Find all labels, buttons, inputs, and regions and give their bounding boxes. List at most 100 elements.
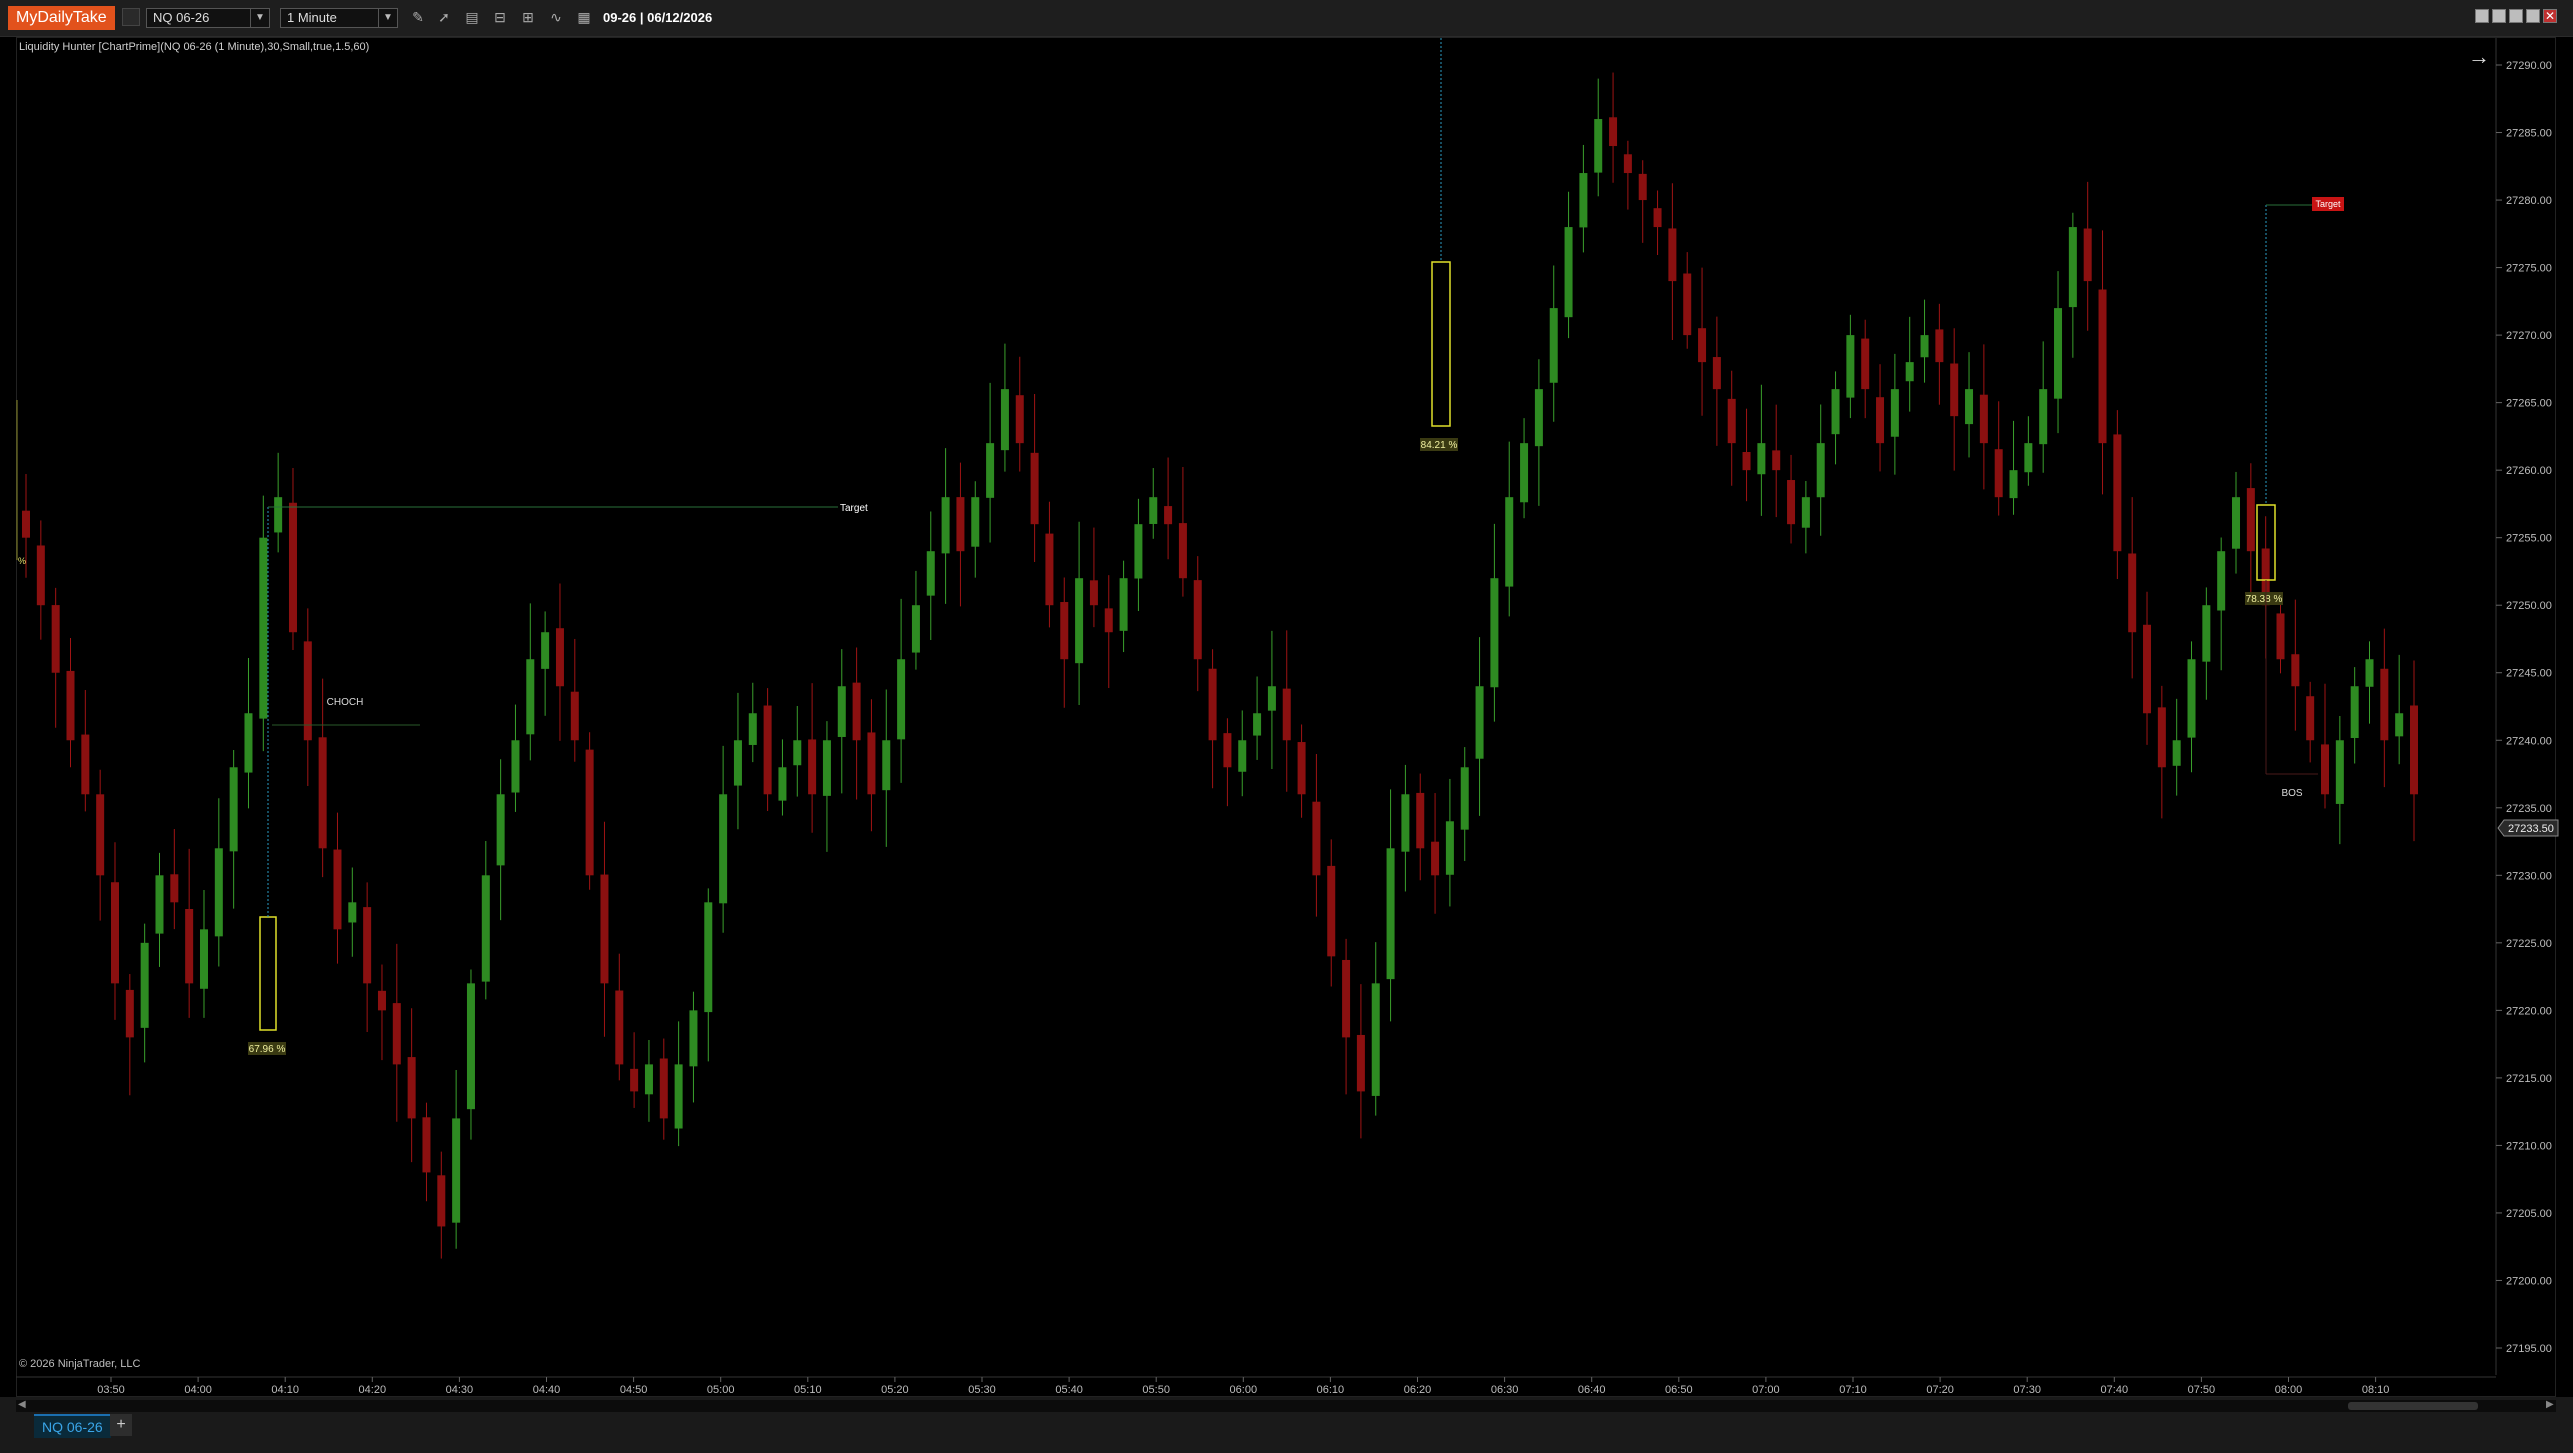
candle-body: [941, 497, 950, 554]
candle-body: [140, 942, 149, 1028]
candle-body: [600, 874, 609, 984]
horizontal-scrollbar[interactable]: [16, 1400, 2556, 1412]
time-tick-label: 07:10: [1839, 1384, 1867, 1396]
candle-body: [704, 902, 713, 1013]
price-tick-label: 27215.00: [2506, 1073, 2552, 1085]
time-tick-label: 06:30: [1491, 1384, 1519, 1396]
candle-body: [644, 1064, 653, 1095]
price-tick-label: 27210.00: [2506, 1140, 2552, 1152]
candle-body: [733, 740, 742, 786]
candle-body: [2128, 553, 2137, 633]
price-tick-label: 27200.00: [2506, 1275, 2552, 1287]
candle-body: [2009, 470, 2018, 499]
candle-body: [1223, 733, 1232, 768]
candle-body: [348, 902, 357, 923]
target-1-label: Target: [840, 503, 868, 514]
candle-body: [1594, 119, 1603, 173]
candle-body: [199, 929, 208, 989]
price-tick-label: 27265.00: [2506, 398, 2552, 410]
arrow-right-icon[interactable]: →: [2468, 44, 2490, 70]
candle-body: [2217, 551, 2226, 611]
candle-body: [1905, 362, 1914, 382]
candle-body: [1935, 329, 1944, 363]
candle-body: [793, 740, 802, 766]
candle-body: [363, 907, 372, 984]
candle-body: [555, 628, 564, 687]
candle-body: [2054, 308, 2063, 399]
candle-body: [1238, 740, 1247, 772]
candle-body: [1060, 602, 1069, 660]
time-tick-label: 07:20: [1926, 1384, 1954, 1396]
candle-body: [1312, 801, 1321, 876]
candle-body: [748, 713, 757, 745]
time-tick-label: 05:50: [1142, 1384, 1170, 1396]
candle-body: [585, 749, 594, 876]
candle-body: [852, 682, 861, 741]
candle-body: [2276, 613, 2285, 660]
time-tick-label: 05:00: [707, 1384, 735, 1396]
scroll-right-icon[interactable]: ▶: [2546, 1399, 2554, 1410]
price-tick-label: 27235.00: [2506, 803, 2552, 815]
choch-label: CHOCH: [327, 697, 364, 708]
candle-body: [1668, 228, 1677, 282]
candle-body: [1653, 208, 1662, 228]
time-tick-label: 06:00: [1230, 1384, 1258, 1396]
candle-body: [882, 740, 891, 791]
candle-body: [1134, 524, 1143, 579]
candle-body: [2246, 488, 2255, 552]
candle-body: [1965, 389, 1974, 425]
liquidity-zone-2-box: [1431, 261, 1451, 427]
price-tick-label: 27220.00: [2506, 1005, 2552, 1017]
candle-body: [1579, 173, 1588, 228]
candle-body: [986, 443, 995, 498]
liquidity-zone-1-label: 67.96 %: [249, 1044, 286, 1055]
candle-body: [1282, 688, 1291, 741]
candle-body: [911, 605, 920, 653]
candle-body: [407, 1057, 416, 1119]
candle-body: [1609, 117, 1618, 147]
price-tick-label: 27230.00: [2506, 870, 2552, 882]
candle-body: [2321, 744, 2330, 795]
candle-body: [96, 794, 105, 876]
candle-body: [1801, 497, 1810, 528]
candle-body: [1742, 452, 1751, 471]
candle-body: [1075, 578, 1084, 664]
candle-body: [125, 989, 134, 1038]
scroll-thumb[interactable]: [2348, 1402, 2478, 1410]
add-tab-button[interactable]: +: [110, 1414, 132, 1436]
price-tick-label: 27275.00: [2506, 263, 2552, 275]
candle-body: [808, 739, 817, 795]
candle-body: [1549, 308, 1558, 383]
candle-body: [1623, 154, 1632, 174]
price-tick-label: 27245.00: [2506, 668, 2552, 680]
time-tick-label: 06:10: [1317, 1384, 1345, 1396]
candle-body: [259, 537, 268, 719]
candle-body: [526, 659, 535, 735]
candlestick-chart[interactable]: 27290.00 27285.00 27280.00 27275.00 27270.00…: [0, 0, 2573, 1453]
candle-body: [689, 1010, 698, 1067]
tab-nq-06-26[interactable]: NQ 06-26: [34, 1414, 111, 1438]
price-tick-label: 27285.00: [2506, 128, 2552, 140]
candle-body: [511, 740, 520, 793]
candle-body: [2202, 605, 2211, 662]
candle-body: [422, 1117, 431, 1173]
candle-body: [1030, 452, 1039, 525]
candle-body: [1342, 959, 1351, 1038]
candle-body: [1816, 443, 1825, 498]
candle-body: [1401, 794, 1410, 852]
candle-body: [392, 1003, 401, 1065]
candle-body: [1119, 578, 1128, 631]
scroll-left-icon[interactable]: ◀: [18, 1399, 26, 1410]
time-tick-label: 08:10: [2362, 1384, 2390, 1396]
time-tick-label: 07:40: [2101, 1384, 2129, 1396]
candle-body: [2157, 707, 2166, 768]
time-tick-label: 08:00: [2275, 1384, 2303, 1396]
candle-body: [674, 1064, 683, 1129]
candle-body: [1164, 506, 1173, 525]
liquidity-zone-3-label: 78.38 %: [2246, 594, 2283, 605]
liquidity-zone-1-box: [259, 916, 277, 1031]
time-tick-label: 07:30: [2013, 1384, 2041, 1396]
candle-body: [1534, 389, 1543, 447]
candle-body: [2232, 497, 2241, 549]
indicator-label: Liquidity Hunter [ChartPrime](NQ 06-26 (…: [19, 41, 370, 53]
